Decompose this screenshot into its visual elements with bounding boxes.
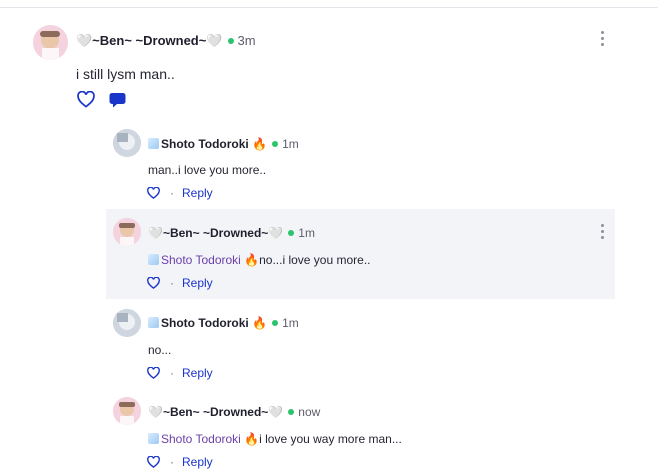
reply-time: now [298, 405, 321, 419]
reply-time: 1m [282, 137, 299, 151]
reply-text: man..i love you more.. [148, 163, 267, 177]
reply-author-line: 🤍~Ben~ ~Drowned~🤍 now [148, 405, 320, 419]
comment-icon[interactable] [109, 92, 126, 113]
mention-link[interactable]: Shoto Todoroki 🔥 [161, 253, 259, 267]
ice-badge-icon [148, 138, 159, 150]
reply-time: 1m [298, 226, 315, 240]
avatar[interactable] [113, 309, 141, 337]
ice-badge-icon [148, 254, 159, 266]
reply-author-line: 🤍~Ben~ ~Drowned~🤍 1m [148, 226, 315, 240]
like-icon[interactable] [147, 276, 160, 294]
post-author-line: 🤍~Ben~ ~Drowned~🤍 3m [76, 33, 256, 49]
post-text: i still lysm man.. [76, 66, 175, 82]
post-time: 3m [237, 33, 256, 48]
like-icon[interactable] [77, 90, 95, 113]
reply-button[interactable]: · Reply [170, 276, 213, 290]
reply-text-line: Shoto Todoroki 🔥i love you way more man.… [148, 432, 402, 446]
like-icon[interactable] [147, 455, 160, 473]
reply-author-name[interactable]: Shoto Todoroki [161, 316, 249, 330]
more-options-icon[interactable] [598, 224, 606, 242]
reply-author-line: Shoto Todoroki 🔥 1m [148, 137, 299, 151]
avatar[interactable] [113, 397, 141, 425]
ice-badge-icon [148, 433, 159, 445]
ice-badge-icon [148, 317, 159, 329]
reply-text: i love you way more man... [259, 432, 402, 446]
reply-text: no...i love you more.. [259, 253, 371, 267]
online-indicator-icon [227, 37, 234, 44]
reply-author-line: Shoto Todoroki 🔥 1m [148, 316, 299, 330]
reply-button[interactable]: · Reply [170, 186, 213, 200]
reply-author-name[interactable]: 🤍~Ben~ ~Drowned~🤍 [148, 226, 283, 240]
flame-emoji: 🔥 [252, 137, 268, 151]
reply-text-line: Shoto Todoroki 🔥no...i love you more.. [148, 253, 371, 267]
reply-button[interactable]: · Reply [170, 455, 213, 469]
mention-link[interactable]: Shoto Todoroki 🔥 [161, 432, 259, 446]
like-icon[interactable] [147, 366, 160, 384]
online-indicator-icon [288, 408, 295, 415]
online-indicator-icon [272, 319, 279, 326]
like-icon[interactable] [147, 186, 160, 204]
reply-author-name[interactable]: 🤍~Ben~ ~Drowned~🤍 [148, 405, 283, 419]
reply-time: 1m [282, 316, 299, 330]
online-indicator-icon [272, 140, 279, 147]
top-divider [0, 0, 658, 8]
avatar[interactable] [113, 218, 141, 246]
avatar[interactable] [33, 25, 68, 60]
avatar[interactable] [113, 129, 141, 157]
post-author-name[interactable]: 🤍~Ben~ ~Drowned~🤍 [76, 33, 223, 48]
reply-author-name[interactable]: Shoto Todoroki [161, 137, 249, 151]
reply-button[interactable]: · Reply [170, 366, 213, 380]
online-indicator-icon [288, 229, 295, 236]
reply-text: no... [148, 343, 172, 357]
flame-emoji: 🔥 [252, 316, 268, 330]
more-options-icon[interactable] [598, 31, 606, 49]
